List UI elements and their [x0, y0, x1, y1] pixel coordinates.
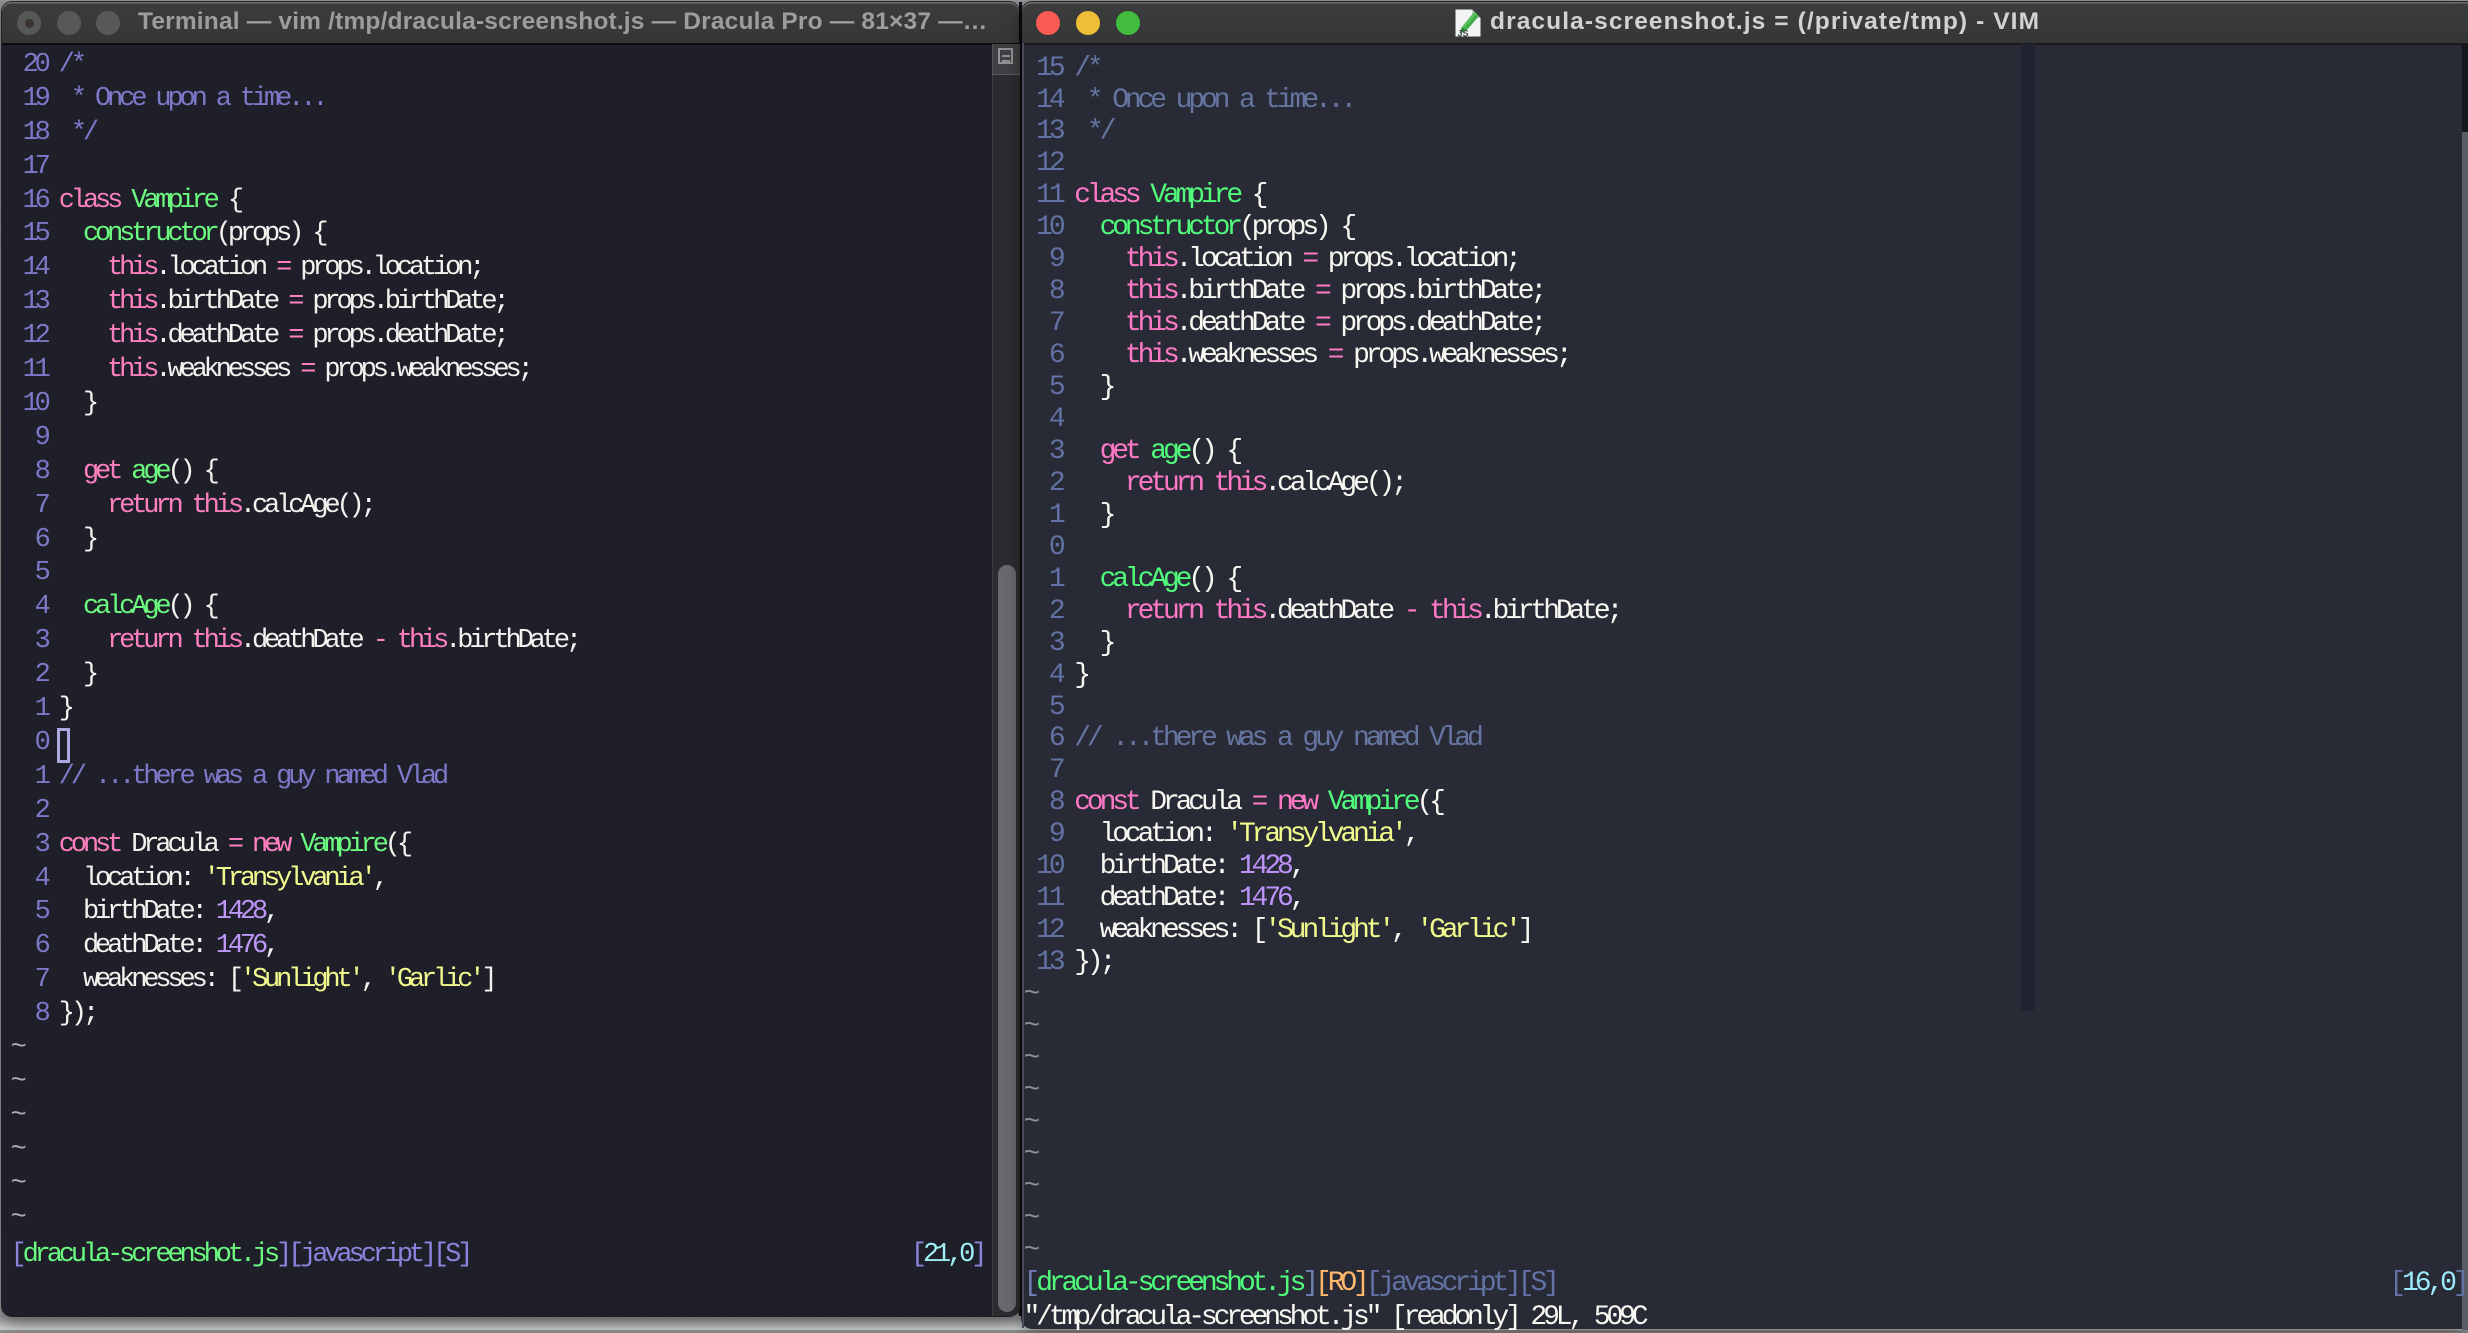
svg-text:JS: JS — [1458, 29, 1469, 39]
